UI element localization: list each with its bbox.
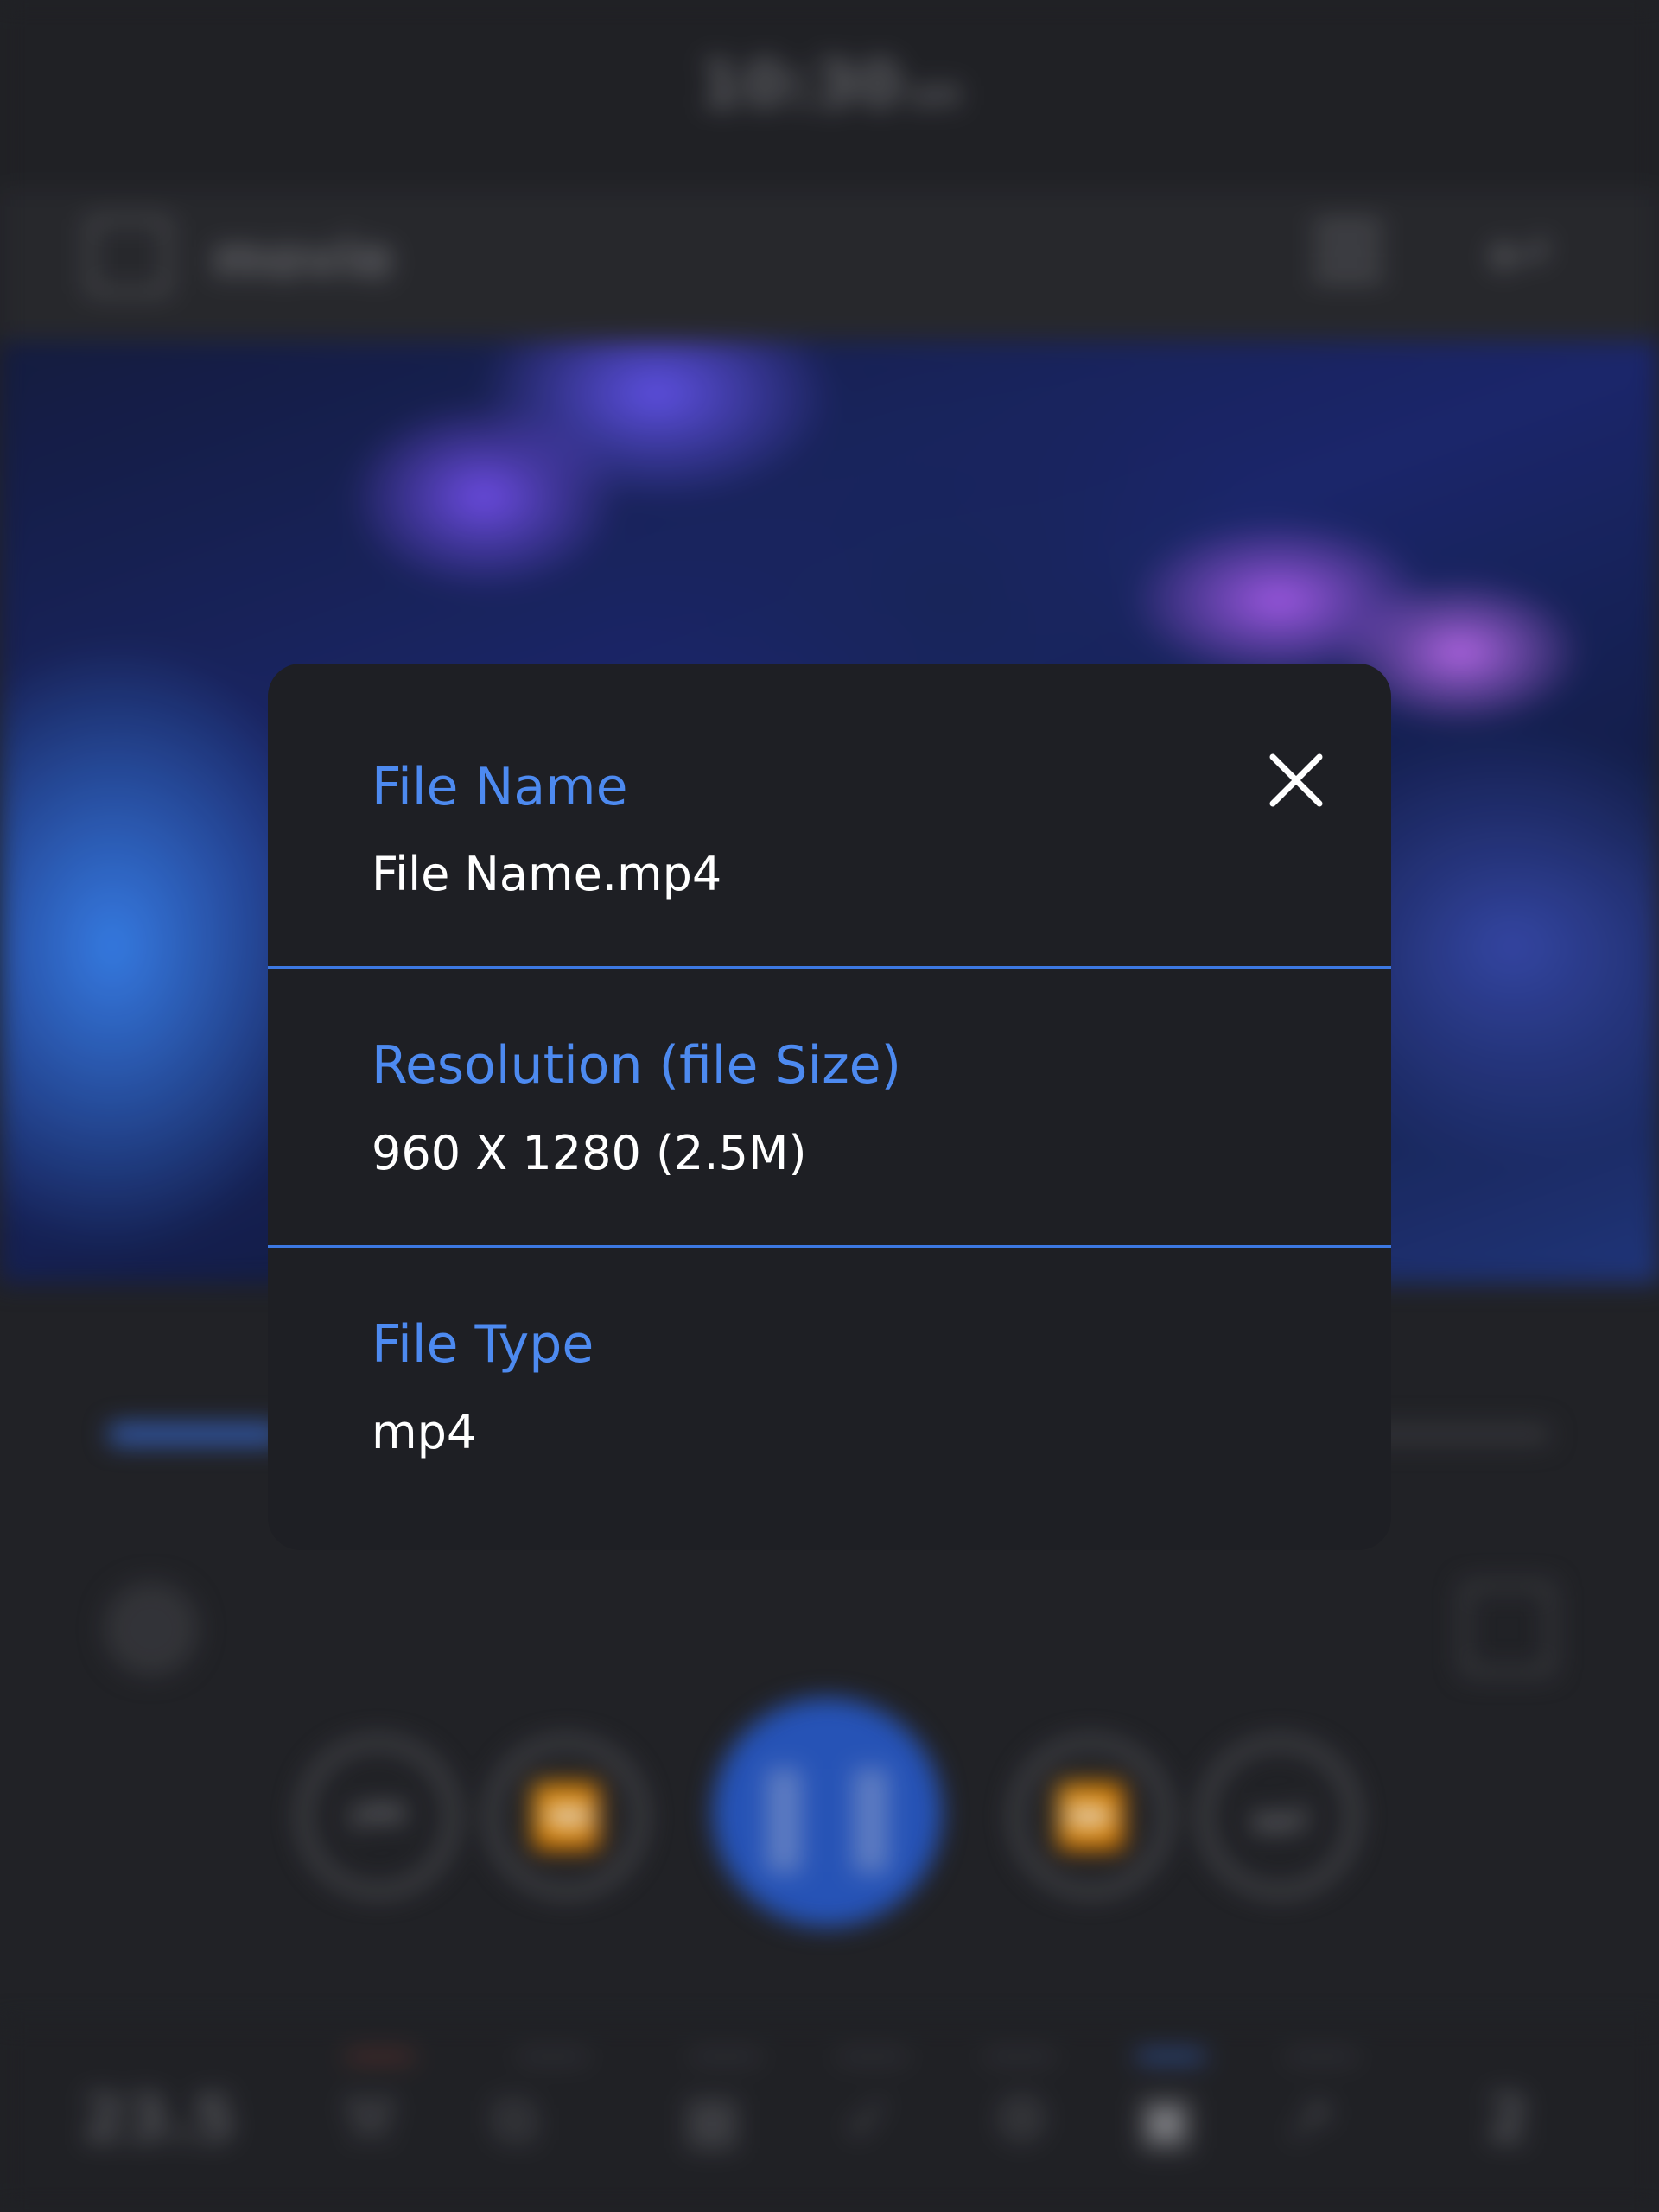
video-player-screen: 10:30 AM movie ↩ ⏮ ⏪ ❚❚ ⏩ ⏭ 23.5 ⚒ ⧉ ▦ ✓…	[0, 0, 1659, 2212]
close-button[interactable]	[1249, 733, 1344, 828]
divider	[268, 1245, 1391, 1248]
file-type-value: mp4	[372, 1405, 477, 1459]
file-info-dialog: File Name File Name.mp4 Resolution (file…	[268, 664, 1391, 1550]
file-type-section: File Type mp4	[268, 1249, 1391, 1550]
file-name-section: File Name File Name.mp4	[268, 664, 1391, 968]
resolution-value: 960 X 1280 (2.5M)	[372, 1126, 807, 1180]
file-name-value: File Name.mp4	[372, 847, 722, 901]
close-icon	[1269, 753, 1323, 807]
resolution-section: Resolution (file Size) 960 X 1280 (2.5M)	[268, 970, 1391, 1247]
file-type-label: File Type	[372, 1314, 594, 1375]
file-name-label: File Name	[372, 757, 628, 817]
divider	[268, 966, 1391, 969]
resolution-label: Resolution (file Size)	[372, 1035, 902, 1096]
